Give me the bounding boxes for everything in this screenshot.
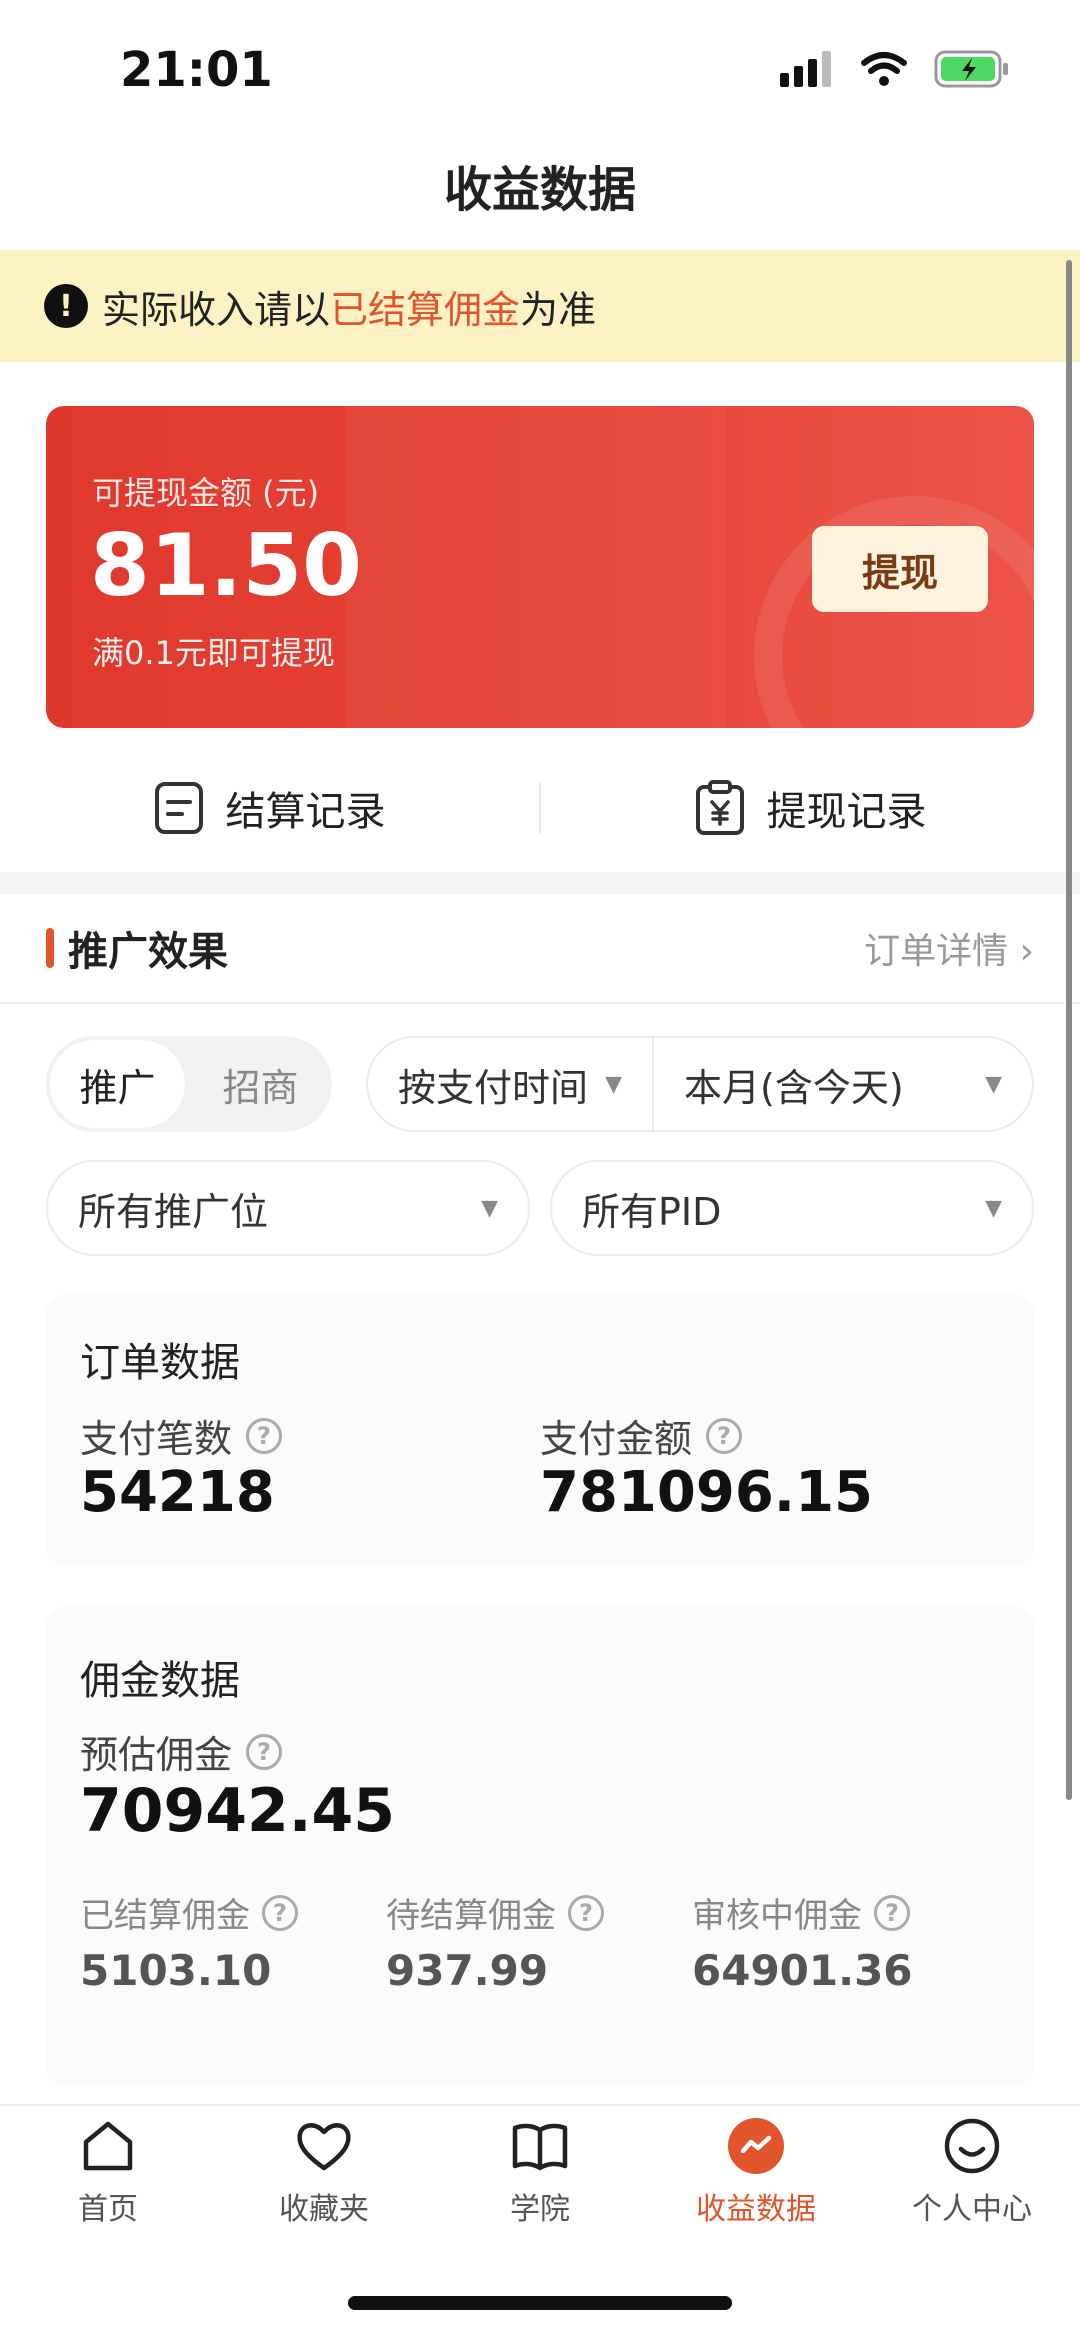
pay-amount-label-text: 支付金额: [540, 1417, 693, 1461]
pid-dropdown[interactable]: 所有PID ▼: [550, 1160, 1034, 1256]
pay-count-label: 支付笔数 ?: [80, 1408, 283, 1463]
tab-favorites-label: 收藏夹: [279, 2192, 369, 2227]
help-icon[interactable]: ?: [706, 1417, 743, 1454]
position-label: 所有推广位: [78, 1189, 269, 1234]
help-icon[interactable]: ?: [874, 1894, 910, 1931]
tab-profile-label: 个人中心: [912, 2192, 1032, 2227]
card-decoration: [346, 406, 726, 728]
balance-hint: 满0.1元即可提现: [92, 634, 335, 672]
page-title: 收益数据: [443, 162, 636, 218]
record-row: 结算记录 提现记录: [0, 752, 1080, 864]
help-icon[interactable]: ?: [246, 1733, 283, 1770]
notice-banner: ! 实际收入请以 已结算佣金 为准: [0, 250, 1080, 362]
tab-favorites[interactable]: 收藏夹: [216, 2116, 432, 2228]
caret-down-icon: ▼: [985, 1071, 1002, 1097]
promo-title: 推广效果: [46, 919, 228, 977]
settled-value: 5103.10: [80, 1946, 272, 1995]
commission-data-card: 佣金数据 预估佣金 ? 70942.45 已结算佣金 ? 5103.10 待结算…: [46, 1606, 1034, 2086]
time-filter-group: 按支付时间 ▼ 本月(含今天) ▼: [366, 1036, 1034, 1132]
promo-title-text: 推广效果: [68, 929, 228, 975]
position-dropdown[interactable]: 所有推广位 ▼: [46, 1160, 530, 1256]
book-icon: [512, 2123, 568, 2171]
review-label: 审核中佣金 ?: [692, 1888, 910, 1937]
status-time: 21:01: [120, 42, 273, 98]
help-icon[interactable]: ?: [246, 1417, 283, 1454]
withdraw-button[interactable]: 提现: [812, 526, 988, 612]
tab-earnings-label: 收益数据: [696, 2192, 816, 2227]
balance-label: 可提现金额 (元): [92, 474, 320, 512]
tab-academy-label: 学院: [510, 2192, 570, 2227]
notice-suffix: 为准: [520, 287, 597, 332]
notice-prefix: 实际收入请以: [102, 287, 331, 332]
section-divider: [0, 872, 1080, 894]
pay-amount-value: 781096.15: [540, 1460, 873, 1525]
balance-card: 可提现金额 (元) 81.50 满0.1元即可提现 提现: [46, 406, 1034, 728]
caret-down-icon: ▼: [605, 1071, 622, 1097]
withdraw-record-button[interactable]: 提现记录: [541, 779, 1080, 837]
estimated-value: 70942.45: [80, 1776, 396, 1846]
promo-header: 推广效果 订单详情 ›: [0, 894, 1080, 1004]
pay-time-label: 按支付时间: [398, 1065, 589, 1110]
period-label: 本月(含今天): [684, 1065, 904, 1110]
period-dropdown[interactable]: 本月(含今天) ▼: [654, 1038, 1032, 1130]
warning-icon: !: [44, 284, 88, 328]
order-data-title: 订单数据: [80, 1340, 240, 1386]
tab-home[interactable]: 首页: [0, 2116, 216, 2228]
estimated-label: 预估佣金 ?: [80, 1724, 283, 1779]
caret-down-icon: ▼: [481, 1195, 498, 1221]
position-cell: 所有推广位 ▼: [48, 1162, 528, 1254]
review-label-text: 审核中佣金: [692, 1896, 862, 1936]
balance-amount: 81.50: [90, 516, 363, 616]
tab-academy[interactable]: 学院: [432, 2116, 648, 2228]
settled-label: 已结算佣金 ?: [80, 1888, 298, 1937]
wifi-icon: [861, 52, 907, 86]
pay-count-label-text: 支付笔数: [80, 1417, 233, 1461]
notice-highlight: 已结算佣金: [330, 287, 521, 332]
pid-cell: 所有PID ▼: [552, 1162, 1032, 1254]
home-indicator: [348, 2296, 732, 2310]
withdraw-record-label: 提现记录: [766, 789, 927, 835]
order-data-card: 订单数据 支付笔数 ? 54218 支付金额 ? 781096.15: [46, 1294, 1034, 1566]
tab-profile[interactable]: 个人中心: [864, 2116, 1080, 2228]
commission-title: 佣金数据: [80, 1658, 240, 1704]
battery-icon: [934, 50, 1008, 88]
review-value: 64901.36: [692, 1946, 913, 1995]
tab-earnings[interactable]: 收益数据: [648, 2116, 864, 2228]
help-icon[interactable]: ?: [568, 1894, 604, 1931]
pending-label: 待结算佣金 ?: [386, 1888, 604, 1937]
title-accent-bar: [46, 928, 54, 968]
pid-label: 所有PID: [582, 1189, 722, 1234]
status-icons: [780, 50, 1010, 88]
home-icon: [83, 2121, 133, 2171]
pay-amount-label: 支付金额 ?: [540, 1408, 743, 1463]
profile-icon: [944, 2118, 1000, 2174]
tab-home-label: 首页: [78, 2192, 138, 2227]
segment-merchant[interactable]: 招商: [193, 1040, 328, 1128]
segment-promote[interactable]: 推广: [50, 1040, 185, 1128]
segment-control: 推广 招商: [46, 1036, 332, 1132]
settlement-record-label: 结算记录: [225, 789, 386, 835]
help-icon[interactable]: ?: [262, 1894, 298, 1931]
pay-count-value: 54218: [80, 1460, 275, 1525]
estimated-label-text: 预估佣金: [80, 1733, 233, 1777]
yuan-receipt-icon: [695, 780, 744, 835]
pay-time-dropdown[interactable]: 按支付时间 ▼: [368, 1038, 652, 1130]
document-icon: [154, 782, 203, 834]
caret-down-icon: ▼: [985, 1195, 1002, 1221]
scrollbar[interactable]: [1066, 260, 1072, 1800]
order-detail-link[interactable]: 订单详情 ›: [864, 922, 1034, 974]
pending-value: 937.99: [386, 1946, 549, 1995]
signal-icon: [780, 51, 831, 87]
settlement-record-button[interactable]: 结算记录: [0, 779, 539, 837]
pending-label-text: 待结算佣金: [386, 1896, 556, 1936]
settled-label-text: 已结算佣金: [80, 1896, 250, 1936]
status-bar: 21:01: [0, 0, 1080, 140]
earnings-icon: [728, 2118, 784, 2174]
heart-icon: [297, 2123, 351, 2171]
